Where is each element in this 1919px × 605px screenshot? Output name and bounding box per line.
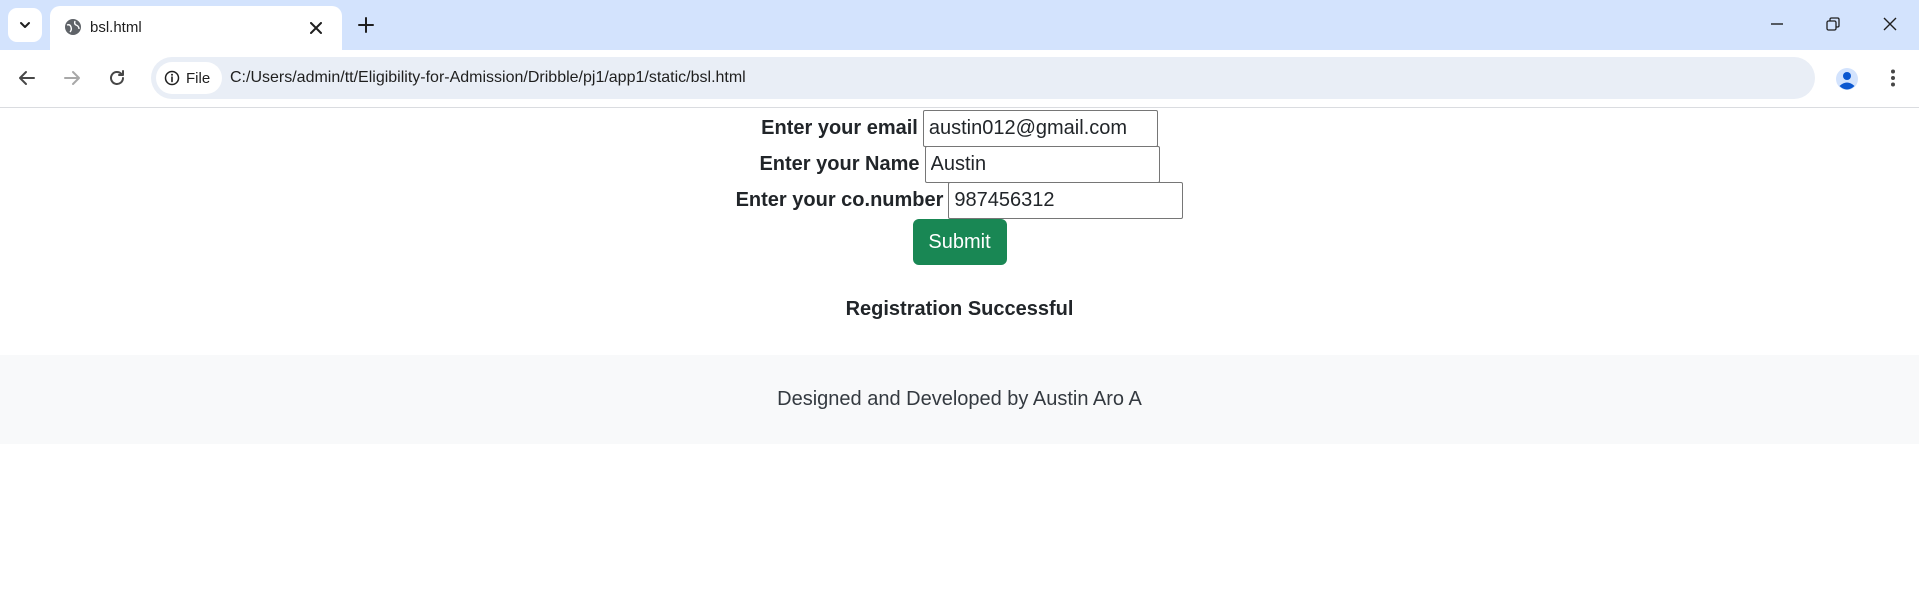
- avatar-icon: [1836, 68, 1858, 90]
- email-label: Enter your email: [761, 117, 918, 139]
- new-tab-button[interactable]: [352, 11, 380, 39]
- submit-row: Submit: [0, 219, 1919, 265]
- number-label: Enter your co.number: [735, 189, 944, 211]
- minimize-icon: [1771, 23, 1783, 25]
- arrow-left-icon: [19, 71, 35, 85]
- window-close-button[interactable]: [1870, 8, 1910, 40]
- name-field[interactable]: [924, 146, 1160, 183]
- reload-icon: [110, 70, 124, 85]
- reload-button[interactable]: [101, 62, 133, 94]
- more-vertical-icon: [1891, 69, 1895, 87]
- name-row: Enter your Name: [0, 146, 1919, 183]
- site-info-chip[interactable]: File: [156, 62, 223, 94]
- profile-button[interactable]: [1830, 62, 1864, 96]
- tab-strip: bsl.html: [0, 0, 1919, 50]
- info-icon: [164, 70, 180, 86]
- browser-menu-button[interactable]: [1877, 62, 1909, 94]
- restore-icon: [1826, 17, 1840, 31]
- site-chip-label: File: [186, 69, 211, 87]
- address-bar[interactable]: File C:/Users/admin/tt/Eligibility-for-A…: [151, 57, 1815, 99]
- tab-search-button[interactable]: [8, 8, 42, 42]
- page-content: Enter your email Enter your Name Enter y…: [0, 109, 1919, 605]
- chevron-down-icon: [20, 22, 30, 28]
- status-message: Registration Successful: [845, 298, 1074, 320]
- url-text[interactable]: C:/Users/admin/tt/Eligibility-for-Admiss…: [230, 68, 746, 88]
- minimize-button[interactable]: [1757, 8, 1797, 40]
- globe-icon: [65, 19, 81, 35]
- close-icon: [1883, 17, 1897, 31]
- back-button[interactable]: [11, 62, 43, 94]
- name-label: Enter your Name: [759, 153, 920, 175]
- contact-number-field[interactable]: [948, 182, 1184, 219]
- forward-button[interactable]: [56, 62, 88, 94]
- number-row: Enter your co.number: [0, 182, 1919, 219]
- arrow-right-icon: [64, 71, 80, 85]
- tab-title: bsl.html: [90, 19, 142, 36]
- tab-close-button[interactable]: [304, 16, 328, 40]
- email-field[interactable]: [922, 110, 1158, 147]
- browser-tab[interactable]: bsl.html: [50, 6, 342, 50]
- browser-toolbar: File C:/Users/admin/tt/Eligibility-for-A…: [0, 50, 1919, 108]
- footer: Designed and Developed by Austin Aro A: [0, 355, 1919, 444]
- close-icon: [310, 22, 322, 34]
- plus-icon: [358, 17, 374, 33]
- footer-text: Designed and Developed by Austin Aro A: [777, 388, 1142, 410]
- submit-button[interactable]: Submit: [912, 219, 1007, 265]
- restore-button[interactable]: [1813, 8, 1853, 40]
- email-row: Enter your email: [0, 110, 1919, 147]
